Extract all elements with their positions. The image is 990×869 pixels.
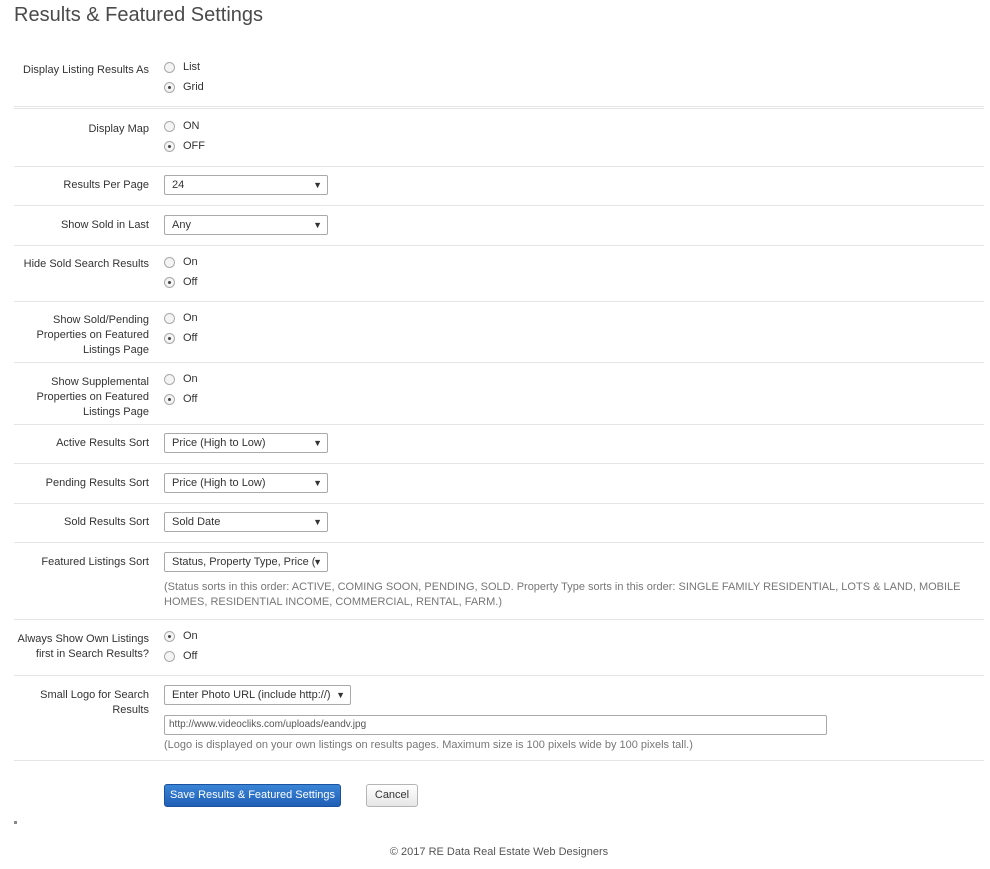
cancel-button[interactable]: Cancel <box>366 784 418 807</box>
setting-results-per-page: Results Per Page 24 ▼ <box>14 175 984 206</box>
radio-hide-sold-off[interactable]: Off <box>164 275 198 295</box>
chevron-down-icon: ▼ <box>313 180 322 190</box>
radio-icon <box>164 62 175 73</box>
pending-results-sort-select[interactable]: Price (High to Low) ▼ <box>164 473 328 493</box>
radio-grid[interactable]: Grid <box>164 80 204 100</box>
page-title: Results & Featured Settings <box>14 4 264 26</box>
active-results-sort-label: Active Results Sort <box>56 437 149 449</box>
setting-show-supplemental: Show Supplemental Properties on Featured… <box>14 372 984 425</box>
setting-show-sold-in-last: Show Sold in Last Any ▼ <box>14 215 984 246</box>
show-sold-pending-label: Show Sold/Pending Properties on Featured… <box>36 314 149 356</box>
radio-hide-sold-on[interactable]: On <box>164 255 198 275</box>
save-button[interactable]: Save Results & Featured Settings <box>164 784 341 807</box>
radio-checked-icon <box>164 141 175 152</box>
radio-icon <box>164 313 175 324</box>
featured-listings-sort-label: Featured Listings Sort <box>41 556 149 568</box>
small-logo-label: Small Logo for Search Results <box>40 689 149 716</box>
show-sold-in-last-select[interactable]: Any ▼ <box>164 215 328 235</box>
radio-icon <box>164 257 175 268</box>
setting-sold-results-sort: Sold Results Sort Sold Date ▼ <box>14 512 984 543</box>
chevron-down-icon: ▼ <box>336 690 345 700</box>
display-map-label: Display Map <box>88 123 149 135</box>
radio-supplemental-off[interactable]: Off <box>164 392 198 412</box>
radio-icon <box>164 651 175 662</box>
always-show-own-listings-label: Always Show Own Listings first in Search… <box>17 633 149 660</box>
radio-map-off[interactable]: OFF <box>164 139 205 159</box>
radio-checked-icon <box>164 631 175 642</box>
radio-sold-pending-off[interactable]: Off <box>164 331 198 351</box>
setting-show-sold-pending: Show Sold/Pending Properties on Featured… <box>14 311 984 363</box>
logo-url-input[interactable]: http://www.videocliks.com/uploads/eandv.… <box>164 715 827 735</box>
featured-listings-sort-note: (Status sorts in this order: ACTIVE, COM… <box>164 581 961 608</box>
setting-hide-sold-search-results: Hide Sold Search Results On Off <box>14 255 984 302</box>
chevron-down-icon: ▼ <box>313 438 322 448</box>
radio-checked-icon <box>164 394 175 405</box>
featured-listings-sort-select[interactable]: Status, Property Type, Price ( ▼ <box>164 552 328 572</box>
radio-checked-icon <box>164 333 175 344</box>
radio-icon <box>164 374 175 385</box>
radio-sold-pending-on[interactable]: On <box>164 311 198 331</box>
sold-results-sort-select[interactable]: Sold Date ▼ <box>164 512 328 532</box>
chevron-down-icon: ▼ <box>313 478 322 488</box>
setting-display-map: Display Map ON OFF <box>14 119 984 167</box>
small-logo-note: (Logo is displayed on your own listings … <box>164 739 693 751</box>
chevron-down-icon: ▼ <box>313 557 322 567</box>
display-listing-results-as-label: Display Listing Results As <box>23 64 149 76</box>
footer-copyright: © 2017 RE Data Real Estate Web Designers <box>389 846 609 858</box>
setting-active-results-sort: Active Results Sort Price (High to Low) … <box>14 433 984 464</box>
setting-small-logo: Small Logo for Search Results Enter Phot… <box>14 685 984 761</box>
results-per-page-label: Results Per Page <box>63 179 149 191</box>
radio-own-listings-off[interactable]: Off <box>164 649 198 669</box>
setting-display-listing-results-as: Display Listing Results As List Grid <box>14 60 984 109</box>
radio-icon <box>164 121 175 132</box>
show-sold-in-last-label: Show Sold in Last <box>60 219 149 231</box>
sold-results-sort-label: Sold Results Sort <box>64 516 149 528</box>
radio-checked-icon <box>164 82 175 93</box>
small-logo-source-select[interactable]: Enter Photo URL (include http://) ▼ <box>164 685 351 705</box>
radio-own-listings-on[interactable]: On <box>164 629 198 649</box>
radio-checked-icon <box>164 277 175 288</box>
radio-map-on[interactable]: ON <box>164 119 205 139</box>
setting-featured-listings-sort: Featured Listings Sort Status, Property … <box>14 552 984 620</box>
radio-supplemental-on[interactable]: On <box>164 372 198 392</box>
hide-sold-search-results-label: Hide Sold Search Results <box>23 258 149 270</box>
chevron-down-icon: ▼ <box>313 517 322 527</box>
active-results-sort-select[interactable]: Price (High to Low) ▼ <box>164 433 328 453</box>
setting-always-show-own-listings: Always Show Own Listings first in Search… <box>14 629 984 676</box>
setting-pending-results-sort: Pending Results Sort Price (High to Low)… <box>14 473 984 504</box>
pending-results-sort-label: Pending Results Sort <box>45 477 149 489</box>
results-per-page-select[interactable]: 24 ▼ <box>164 175 328 195</box>
chevron-down-icon: ▼ <box>313 220 322 230</box>
show-supplemental-label: Show Supplemental Properties on Featured… <box>36 376 149 418</box>
divider-mark <box>14 821 17 824</box>
radio-list[interactable]: List <box>164 60 204 80</box>
